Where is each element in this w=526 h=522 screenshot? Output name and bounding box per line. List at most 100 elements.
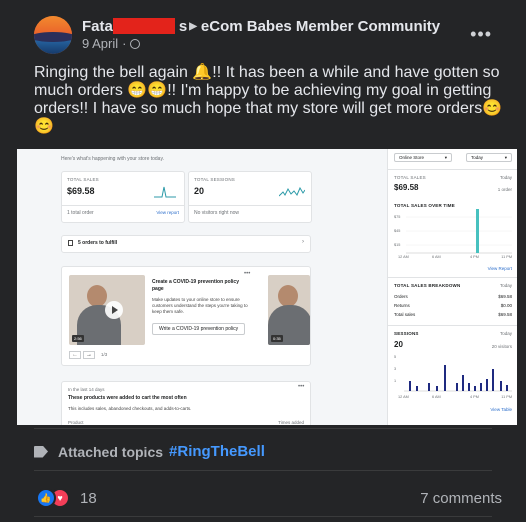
- products-card: In the last 14 days These products were …: [61, 381, 311, 425]
- total-sales-card: TOTAL SALES $69.58 1 total order View re…: [61, 171, 185, 223]
- reactions[interactable]: 👍 ♥ 18: [36, 488, 97, 508]
- breakdown-value: $69.58: [498, 294, 512, 299]
- post-card: Fata s ▶ eCom Babes Member Community 9 A…: [0, 0, 526, 522]
- next-arrow-icon[interactable]: →: [83, 351, 95, 359]
- date-select[interactable]: Today ▾: [466, 153, 512, 162]
- chevron-down-icon: ▾: [504, 154, 507, 160]
- covid-title: Create a COVID-19 prevention policy page: [152, 279, 239, 292]
- breakdown-key: Returns: [394, 303, 410, 308]
- post-date[interactable]: 9 April: [82, 36, 118, 51]
- x-tick: 6 AM: [432, 395, 441, 399]
- pager-text: 1/3: [101, 352, 108, 357]
- products-col-product: Product: [68, 420, 84, 425]
- play-icon: [105, 301, 123, 319]
- products-meta: In the last 14 days: [68, 387, 105, 392]
- author-name[interactable]: Fata: [82, 18, 113, 35]
- reaction-count: 18: [80, 489, 97, 507]
- right-total-sales-label: TOTAL SALES: [394, 175, 426, 180]
- total-orders-text: 1 total order: [67, 210, 94, 216]
- post-header: Fata s ▶ eCom Babes Member Community: [82, 16, 440, 36]
- sales-sparkline: [154, 186, 176, 198]
- sessions-chart: [404, 365, 512, 392]
- products-title: These products were added to cart the mo…: [68, 395, 187, 401]
- y-tick: 3: [394, 367, 397, 371]
- breakdown-when: Today: [499, 283, 512, 288]
- prev-arrow-icon[interactable]: ←: [69, 351, 81, 359]
- video-thumbnail-2[interactable]: 0:35: [268, 275, 310, 345]
- redaction-bar: [112, 18, 175, 34]
- attached-topics-label: Attached topics: [58, 443, 164, 460]
- sales-bar: [476, 209, 479, 253]
- view-report-link[interactable]: View report: [156, 210, 179, 215]
- visitors-count: 20 visitors: [491, 344, 512, 349]
- right-total-sales-when: Today: [499, 175, 512, 180]
- group-name[interactable]: eCom Babes Member Community: [201, 18, 440, 35]
- greeting-text: Here's what's happening with your store …: [61, 156, 164, 162]
- comments-link[interactable]: 7 comments: [420, 490, 502, 507]
- ellipsis-icon[interactable]: •••: [298, 384, 304, 390]
- chevron-down-icon: ▾: [444, 154, 447, 160]
- breakdown-row: Returns $0.00: [394, 303, 512, 308]
- globe-icon: [130, 38, 141, 49]
- dashboard-sidebar: Online Store ▾ Today ▾ TOTAL SALES Today $…: [387, 149, 517, 425]
- breakdown-key: Orders: [394, 294, 408, 299]
- avatar[interactable]: [34, 16, 72, 54]
- view-report-link[interactable]: View Report: [488, 266, 512, 271]
- video-thumbnail[interactable]: 2:56: [69, 275, 145, 345]
- x-tick: 12 AM: [398, 395, 409, 399]
- orders-to-fulfill-text: 5 orders to fulfill: [78, 240, 118, 246]
- author-name-end[interactable]: s: [179, 18, 187, 35]
- total-sales-label: TOTAL SALES: [67, 177, 99, 182]
- right-orders-count: 1 order: [497, 187, 512, 192]
- divider: [34, 428, 492, 429]
- date-select-label: Today: [471, 155, 484, 160]
- breakdown-value: $0.00: [500, 303, 512, 308]
- write-covid-policy-button[interactable]: Write a COVID-19 prevention policy: [152, 323, 246, 335]
- breakdown-row: Total sales $69.58: [394, 312, 512, 317]
- breakdown-key: Total sales: [394, 312, 416, 317]
- video-duration: 2:56: [72, 335, 84, 342]
- no-visitors-text: No visitors right now: [194, 210, 240, 216]
- store-select[interactable]: Online Store ▾: [394, 153, 452, 162]
- sales-over-time-label: TOTAL SALES OVER TIME: [394, 203, 455, 208]
- store-select-label: Online Store: [399, 155, 425, 160]
- y-tick: 5: [394, 355, 397, 359]
- post-image[interactable]: Here's what's happening with your store …: [17, 149, 517, 425]
- dashboard-main: Here's what's happening with your store …: [17, 149, 383, 425]
- orders-to-fulfill-row[interactable]: 5 orders to fulfill ›: [61, 235, 311, 253]
- orders-icon: [68, 240, 73, 246]
- y-tick: $75: [394, 215, 401, 219]
- x-tick: 12 AM: [398, 255, 409, 259]
- total-sales-value: $69.58: [67, 186, 95, 196]
- y-tick: $45: [394, 229, 401, 233]
- topic-link[interactable]: #RingTheBell: [169, 443, 265, 460]
- total-sessions-label: TOTAL SESSIONS: [194, 177, 235, 182]
- products-body: This includes sales, abandoned checkouts…: [68, 406, 192, 411]
- products-col-times: Times added: [278, 420, 304, 425]
- total-sessions-value: 20: [194, 186, 205, 196]
- breakdown-row: Orders $69.58: [394, 294, 512, 299]
- right-total-sales-value: $69.58: [394, 183, 419, 192]
- post-meta: 9 April ·: [82, 36, 141, 51]
- view-table-link[interactable]: View Table: [490, 407, 512, 412]
- breakdown-value: $69.58: [498, 312, 512, 317]
- caret-right-icon: ▶: [189, 20, 197, 32]
- y-tick: 1: [394, 379, 397, 383]
- total-sessions-card: TOTAL SESSIONS 20 No visitors right now: [188, 171, 312, 223]
- x-tick: 11 PM: [501, 255, 512, 259]
- ellipsis-icon[interactable]: •••: [244, 271, 250, 277]
- sessions-when: Today: [499, 331, 512, 336]
- y-tick: $15: [394, 243, 401, 247]
- divider: [34, 470, 492, 471]
- attached-topics: Attached topics #RingTheBell: [34, 443, 265, 460]
- sales-over-time-chart: [406, 209, 512, 254]
- divider: [34, 516, 492, 517]
- carousel-pager: ← → 1/3: [69, 351, 107, 359]
- ellipsis-icon[interactable]: •••: [470, 24, 492, 45]
- x-tick: 4 PM: [470, 255, 479, 259]
- post-text: Ringing the bell again 🔔!! It has been a…: [34, 64, 503, 135]
- video-duration-2: 0:35: [271, 335, 283, 342]
- x-tick: 4 PM: [470, 395, 479, 399]
- tag-icon: [34, 445, 48, 458]
- breakdown-label: TOTAL SALES BREAKDOWN: [394, 283, 461, 288]
